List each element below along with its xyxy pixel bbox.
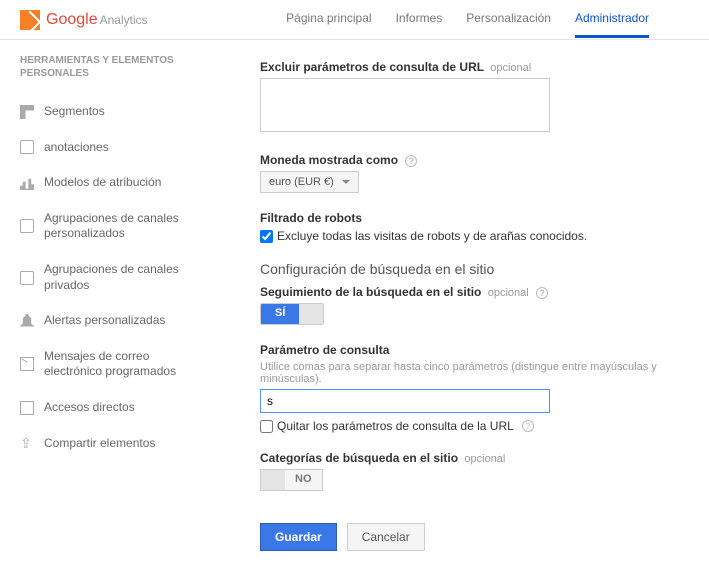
param-hint: Utilice comas para separar hasta cinco p… xyxy=(260,361,689,385)
header: Google Analytics Página principal Inform… xyxy=(0,0,709,40)
sidebar-item-alerts[interactable]: Alertas personalizadas xyxy=(20,303,200,339)
chevron-down-icon xyxy=(342,180,350,184)
nav-reports[interactable]: Informes xyxy=(396,1,443,38)
group-private-icon xyxy=(20,271,34,285)
label-text: Excluir parámetros de consulta de URL xyxy=(260,60,484,74)
param-input[interactable] xyxy=(260,389,550,413)
tracking-label: Seguimiento de la búsqueda en el sitio o… xyxy=(260,285,689,299)
strip-params-checkbox[interactable] xyxy=(260,420,273,433)
sidebar-item-label: Modelos de atribución xyxy=(44,175,161,191)
nav-admin[interactable]: Administrador xyxy=(575,1,649,38)
sidebar-item-label: anotaciones xyxy=(44,140,109,156)
toggle-handle xyxy=(299,304,323,324)
sidebar-item-share[interactable]: ⇪ Compartir elementos xyxy=(20,426,200,462)
content: Excluir parámetros de consulta de URL op… xyxy=(200,40,709,571)
sidebar-item-label: Agrupaciones de canales privados xyxy=(44,262,200,293)
cancel-button[interactable]: Cancelar xyxy=(347,523,425,551)
sidebar-item-segments[interactable]: Segmentos xyxy=(20,94,200,130)
sidebar-item-shortcuts[interactable]: Accesos directos xyxy=(20,390,200,426)
categories-label: Categorías de búsqueda en el sitio opcio… xyxy=(260,451,689,465)
page-icon xyxy=(20,401,34,415)
annotations-icon xyxy=(20,140,34,154)
sidebar-title: HERRAMIENTAS Y ELEMENTOS PERSONALES xyxy=(20,54,200,80)
label-text: Seguimiento de la búsqueda en el sitio xyxy=(260,285,481,299)
logo-sub: Analytics xyxy=(100,13,148,27)
help-icon[interactable]: ? xyxy=(405,155,417,167)
group-icon xyxy=(20,219,34,233)
label-text: Categorías de búsqueda en el sitio xyxy=(260,451,458,465)
sidebar-item-label: Accesos directos xyxy=(44,400,135,416)
robots-title: Filtrado de robots xyxy=(260,211,689,225)
currency-label: Moneda mostrada como ? xyxy=(260,153,689,167)
bell-icon xyxy=(20,314,34,328)
sidebar-item-emails[interactable]: Mensajes de correo electrónico programad… xyxy=(20,339,200,390)
sidebar-item-attribution[interactable]: Modelos de atribución xyxy=(20,165,200,201)
segments-icon xyxy=(20,105,34,119)
strip-label: Quitar los parámetros de consulta de la … xyxy=(277,419,514,433)
currency-select[interactable]: euro (EUR €) xyxy=(260,171,359,193)
sidebar: HERRAMIENTAS Y ELEMENTOS PERSONALES Segm… xyxy=(0,40,200,571)
top-nav: Página principal Informes Personalizació… xyxy=(286,1,649,38)
sidebar-item-annotations[interactable]: anotaciones xyxy=(20,130,200,166)
sidebar-item-label: Segmentos xyxy=(44,104,105,120)
optional-tag: opcional xyxy=(464,453,505,465)
exclude-params-label: Excluir parámetros de consulta de URL op… xyxy=(260,60,689,74)
toggle-on-label: SÍ xyxy=(261,304,299,324)
categories-toggle[interactable]: NO xyxy=(260,469,323,491)
optional-tag: opcional xyxy=(488,287,529,299)
nav-custom[interactable]: Personalización xyxy=(466,1,551,38)
optional-tag: opcional xyxy=(490,62,531,74)
sidebar-item-private-channels[interactable]: Agrupaciones de canales privados xyxy=(20,252,200,303)
share-icon: ⇪ xyxy=(20,436,34,450)
search-section-title: Configuración de búsqueda en el sitio xyxy=(260,261,689,277)
sidebar-item-custom-channels[interactable]: Agrupaciones de canales personalizados xyxy=(20,201,200,252)
tracking-toggle[interactable]: SÍ xyxy=(260,303,324,325)
help-icon[interactable]: ? xyxy=(522,420,534,432)
save-button[interactable]: Guardar xyxy=(260,523,337,551)
exclude-params-input[interactable] xyxy=(260,78,550,132)
sidebar-item-label: Mensajes de correo electrónico programad… xyxy=(44,349,200,380)
robots-checkbox[interactable] xyxy=(260,230,273,243)
mail-icon xyxy=(20,357,34,371)
bars-icon xyxy=(20,176,34,190)
toggle-off-label: NO xyxy=(285,470,322,490)
sidebar-item-label: Alertas personalizadas xyxy=(44,313,165,329)
label-text: Moneda mostrada como xyxy=(260,153,398,167)
toggle-handle xyxy=(261,470,285,490)
currency-value: euro (EUR €) xyxy=(269,176,334,188)
help-icon[interactable]: ? xyxy=(536,287,548,299)
logo-main: Google xyxy=(46,11,98,29)
nav-home[interactable]: Página principal xyxy=(286,1,371,38)
sidebar-item-label: Agrupaciones de canales personalizados xyxy=(44,211,200,242)
robots-check-label: Excluye todas las visitas de robots y de… xyxy=(277,229,587,243)
sidebar-item-label: Compartir elementos xyxy=(44,436,155,452)
logo-icon xyxy=(20,10,40,30)
param-label: Parámetro de consulta xyxy=(260,343,689,357)
